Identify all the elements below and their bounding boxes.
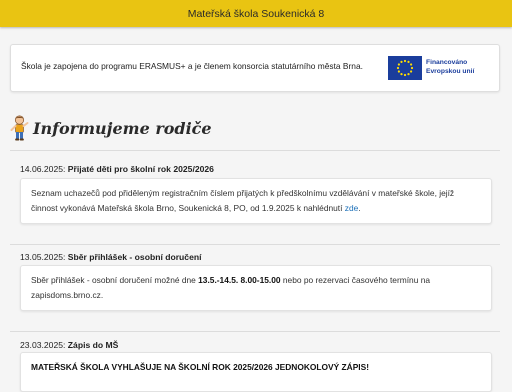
news-date: 13.05.2025: [20,252,66,262]
news-highlight: 13.5.-14.5. 8.00-15.00 [198,275,281,285]
news-body: Seznam uchazečů pod přiděleným registrač… [20,178,492,224]
erasmus-banner: Škola je zapojena do programu ERASMUS+ a… [10,44,500,92]
eu-funding-logo[interactable]: Financováno Evropskou unií [388,54,481,82]
news-headline: MATEŘSKÁ ŠKOLA VYHLAŠUJE NA ŠKOLNÍ ROK 2… [31,362,370,372]
news-text: Seznam uchazečů pod přiděleným registrač… [31,188,455,213]
news-title: Přijaté děti pro školní rok 2025/2026 [67,164,214,174]
news-date: 23.03.2025: [20,340,66,350]
eu-caption-line1: Financováno [426,59,468,67]
divider [10,150,500,151]
eu-caption: Financováno Evropskou unií [426,59,474,76]
news-title: Sběr přihlášek - osobní doručení [67,252,202,262]
news-body: Sběr přihlášek - osobní doručení možné d… [20,265,492,311]
news-header: 13.05.2025: Sběr přihlášek - osobní doru… [20,252,202,262]
news-link[interactable]: zde [345,203,359,213]
news-title: Zápis do MŠ [67,340,119,350]
news-text: Sběr přihlášek - osobní doručení možné d… [31,275,199,285]
section-heading: Informujeme rodiče [10,114,212,142]
site-title[interactable]: Mateřská škola Soukenická 8 [188,8,325,20]
top-bar: Mateřská škola Soukenická 8 [0,0,512,27]
news-header: 23.03.2025: Zápis do MŠ [20,340,118,350]
news-header: 14.06.2025: Přijaté děti pro školní rok … [20,164,214,174]
section-title: Informujeme rodiče [33,118,212,138]
child-figure-icon [10,115,29,141]
divider [10,244,500,245]
news-text-end: . [358,202,361,213]
eu-caption-line2: Evropskou unií [426,68,475,75]
eu-flag-icon [388,56,422,80]
divider [10,331,500,332]
erasmus-text: Škola je zapojena do programu ERASMUS+ a… [21,61,363,71]
news-date: 14.06.2025: [20,164,66,174]
news-body: MATEŘSKÁ ŠKOLA VYHLAŠUJE NA ŠKOLNÍ ROK 2… [20,352,492,392]
